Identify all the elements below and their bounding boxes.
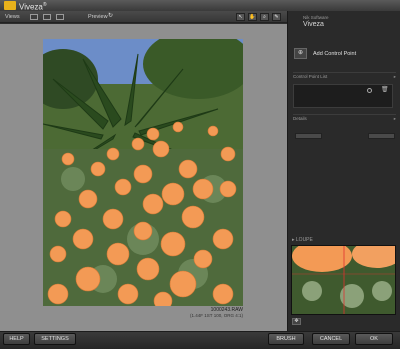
settings-button[interactable]: SETTINGS xyxy=(34,333,76,345)
details-button-right[interactable] xyxy=(368,133,395,139)
preview-label: Preview xyxy=(88,14,108,20)
control-point-list-header[interactable]: Control Point List ▸ xyxy=(293,72,396,79)
title-bar xyxy=(0,0,400,11)
single-view-button[interactable] xyxy=(30,14,38,20)
photo-preview[interactable] xyxy=(43,39,243,306)
image-info: (1.44F 1ST 100, ORG 4:1) xyxy=(190,313,243,318)
add-control-point-label: Add Control Point xyxy=(313,51,357,57)
zoom-tool-button[interactable]: ⌕ xyxy=(260,13,269,21)
details-header[interactable]: Details ▸ xyxy=(293,114,396,121)
nik-logo-icon xyxy=(4,1,16,10)
views-label: Views xyxy=(5,14,20,20)
loupe-label: ▸ LOUPE xyxy=(292,237,313,243)
cancel-button[interactable]: CANCEL xyxy=(312,333,350,345)
loupe-pin-button[interactable]: ✥ xyxy=(292,318,301,325)
plugin-name: Viveza xyxy=(303,21,324,28)
control-point-list[interactable] xyxy=(293,84,393,108)
control-point-circle-icon[interactable] xyxy=(367,88,372,93)
ok-button[interactable]: OK xyxy=(355,333,393,345)
add-control-point-button[interactable]: ⊕ xyxy=(294,48,307,59)
brush-button[interactable]: BRUSH xyxy=(268,333,304,345)
loupe-view xyxy=(291,245,396,315)
details-button-left[interactable] xyxy=(295,133,322,139)
hand-tool-button[interactable]: ✋ xyxy=(248,13,257,21)
split-view-button[interactable] xyxy=(43,14,51,20)
vendor-label: Nik Software xyxy=(303,15,329,20)
loupe-image xyxy=(292,246,395,314)
eyedropper-tool-button[interactable]: ✎ xyxy=(272,13,281,21)
photo-image xyxy=(43,39,243,306)
help-button[interactable]: HELP xyxy=(3,333,30,345)
preview-toggle-icon[interactable]: ↻ xyxy=(108,13,114,19)
trash-icon[interactable]: 🗑 xyxy=(381,87,389,93)
pointer-tool-button[interactable]: ↖ xyxy=(236,13,245,21)
side-by-side-view-button[interactable] xyxy=(56,14,64,20)
